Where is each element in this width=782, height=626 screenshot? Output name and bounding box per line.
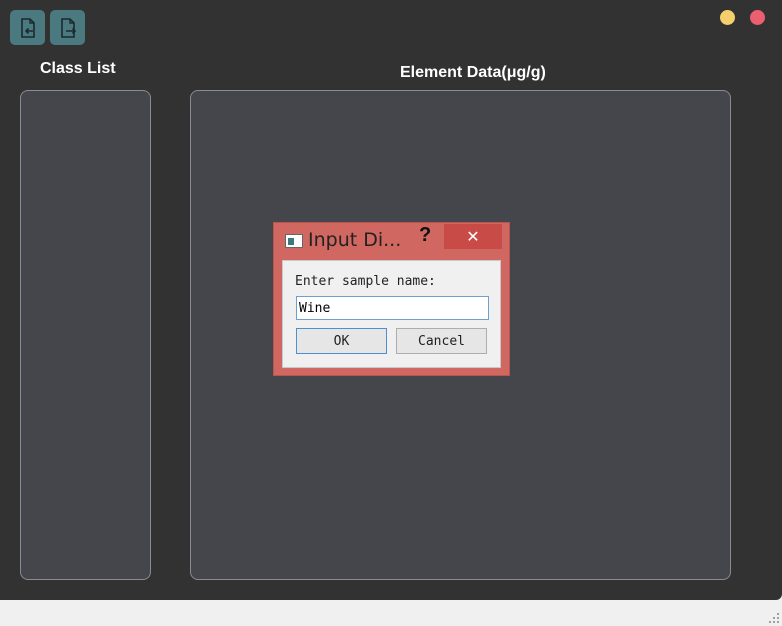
element-data-title: Element Data(μg/g)	[400, 64, 546, 81]
input-dialog: Input Di... ? ✕ Enter sample name: OK Ca…	[273, 222, 510, 376]
dialog-close-button[interactable]: ✕	[444, 224, 502, 249]
close-icon: ✕	[466, 228, 480, 246]
sample-name-label: Enter sample name:	[295, 274, 436, 289]
class-list-panel[interactable]	[20, 90, 151, 580]
dialog-app-icon	[285, 234, 303, 248]
resize-grip[interactable]	[769, 613, 779, 623]
close-button[interactable]	[750, 10, 765, 25]
cancel-button[interactable]: Cancel	[396, 328, 487, 354]
dialog-body: Enter sample name: OK Cancel	[282, 260, 501, 368]
sample-name-input[interactable]	[296, 296, 489, 320]
dialog-title: Input Di...	[308, 229, 402, 251]
export-button[interactable]	[50, 10, 85, 45]
help-button[interactable]: ?	[419, 224, 431, 247]
import-file-icon	[20, 17, 35, 38]
ok-button[interactable]: OK	[296, 328, 387, 354]
minimize-button[interactable]	[720, 10, 735, 25]
status-bar	[0, 600, 782, 626]
export-file-icon	[60, 17, 76, 38]
import-button[interactable]	[10, 10, 45, 45]
class-list-title: Class List	[40, 60, 116, 77]
